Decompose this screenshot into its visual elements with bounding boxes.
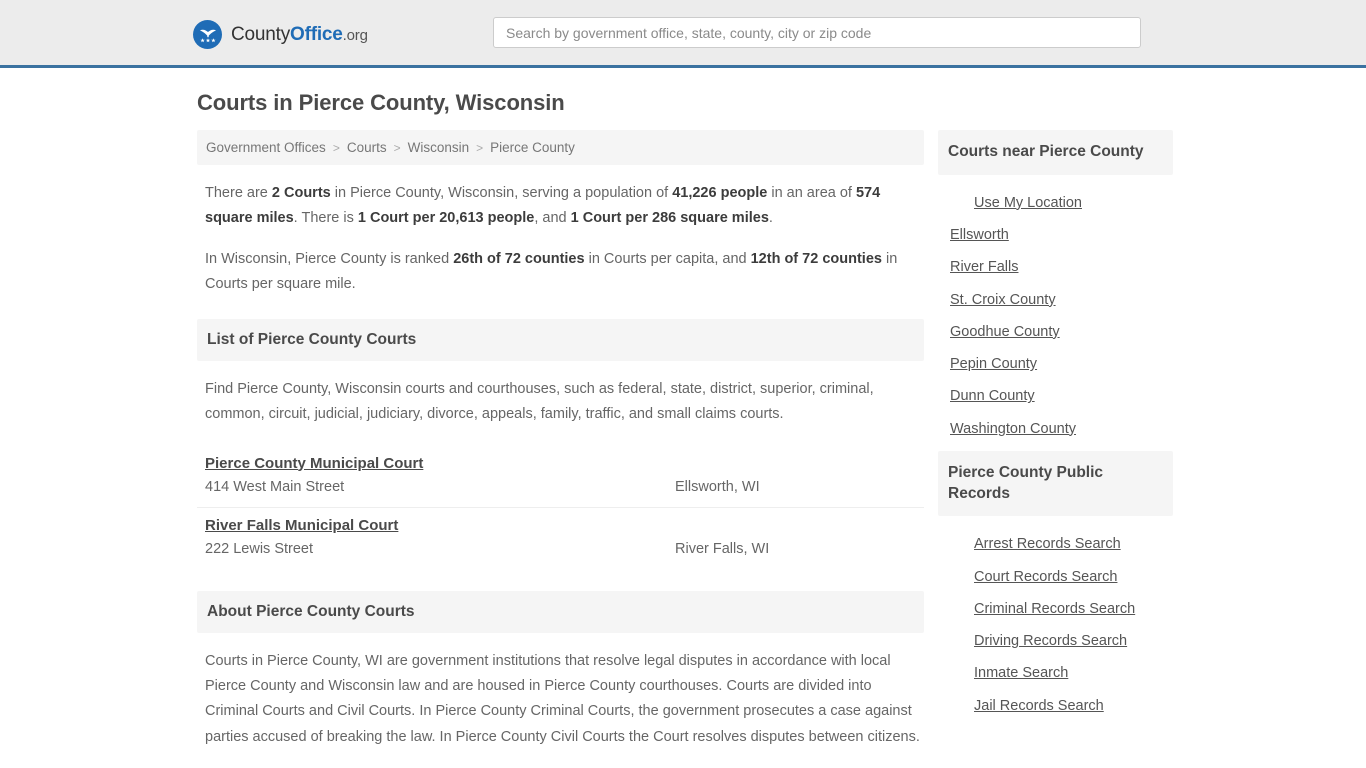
sidebar-item-st-croix-county[interactable]: St. Croix County: [938, 284, 1173, 316]
breadcrumb-separator: >: [332, 141, 340, 155]
court-list: Pierce County Municipal Court 414 West M…: [197, 446, 924, 569]
sidebar-item-court-records-search[interactable]: Court Records Search: [938, 561, 1173, 593]
sidebar-item-pepin-county[interactable]: Pepin County: [938, 348, 1173, 380]
court-city-state: River Falls, WI: [675, 540, 770, 557]
breadcrumb-item-wisconsin[interactable]: Wisconsin: [408, 140, 470, 155]
search-input[interactable]: [493, 17, 1141, 48]
stats-value-population: 41,226 people: [672, 185, 768, 201]
sidebar-nearby-links: Use My Location Ellsworth River Falls St…: [938, 175, 1173, 445]
stats-value-court-count: 2 Courts: [271, 185, 331, 201]
breadcrumb-item-courts[interactable]: Courts: [347, 140, 387, 155]
site-logo[interactable]: CountyOffice.org: [193, 20, 368, 49]
breadcrumb-separator: >: [476, 141, 484, 155]
breadcrumb-item-pierce-county[interactable]: Pierce County: [490, 140, 575, 155]
page-container: Courts in Pierce County, Wisconsin Gover…: [0, 90, 1366, 768]
search-container: [493, 17, 1141, 48]
breadcrumb: Government Offices > Courts > Wisconsin > Pier…: [197, 130, 924, 165]
site-header: CountyOffice.org: [0, 0, 1366, 68]
sidebar-item-driving-records-search[interactable]: Driving Records Search: [938, 625, 1173, 657]
court-list-item: Pierce County Municipal Court 414 West M…: [197, 446, 924, 508]
stats-value-per-capita: 1 Court per 20,613 people: [357, 209, 535, 226]
court-list-item: River Falls Municipal Court 222 Lewis St…: [197, 508, 924, 569]
sidebar: Courts near Pierce County Use My Locatio…: [938, 130, 1173, 728]
sidebar-heading-public-records: Pierce County Public Records: [938, 450, 1173, 517]
sidebar-item-arrest-records-search[interactable]: Arrest Records Search: [938, 528, 1173, 560]
stats-text: in Courts per capita, and: [584, 250, 751, 267]
sidebar-item-washington-county[interactable]: Washington County: [938, 413, 1173, 445]
main-column: Government Offices > Courts > Wisconsin > Pier…: [197, 130, 924, 768]
sidebar-heading-nearby-courts: Courts near Pierce County: [938, 130, 1173, 175]
sidebar-item-jail-records-search[interactable]: Jail Records Search: [938, 690, 1173, 722]
court-address: 414 West Main Street: [205, 478, 345, 495]
stats-value-rank-per-area: 12th of 72 counties: [750, 250, 882, 267]
court-city-state: Ellsworth, WI: [675, 478, 760, 495]
stats-text: There are: [205, 185, 272, 201]
site-logo-text: CountyOffice.org: [231, 24, 368, 46]
sidebar-block-nearby-courts: Courts near Pierce County Use My Locatio…: [938, 130, 1173, 445]
stats-paragraph-counts: There are 2 Courts in Pierce County, Wis…: [205, 181, 924, 231]
sidebar-item-dunn-county[interactable]: Dunn County: [938, 380, 1173, 412]
logo-text-office: Office: [290, 23, 343, 45]
court-name-link[interactable]: Pierce County Municipal Court: [205, 455, 423, 472]
sidebar-item-criminal-records-search[interactable]: Criminal Records Search: [938, 593, 1173, 625]
stats-value-per-area: 1 Court per 286 square miles: [570, 209, 769, 226]
logo-text-org: .org: [342, 26, 368, 44]
stats-text: in Pierce County, Wisconsin, serving a p…: [330, 185, 673, 201]
section-heading-about-courts: About Pierce County Courts: [197, 590, 924, 633]
list-section-intro: Find Pierce County, Wisconsin courts and…: [205, 380, 874, 423]
section-heading-list-of-courts: List of Pierce County Courts: [197, 318, 924, 361]
sidebar-public-records-links: Arrest Records Search Court Records Sear…: [938, 516, 1173, 722]
court-address: 222 Lewis Street: [205, 540, 314, 557]
stats-text: , and: [534, 209, 571, 226]
stats-text: .: [768, 209, 773, 226]
sidebar-item-ellsworth[interactable]: Ellsworth: [938, 219, 1173, 251]
sidebar-item-inmate-search[interactable]: Inmate Search: [938, 657, 1173, 689]
stats-text: in an area of: [767, 185, 856, 201]
court-name-link[interactable]: River Falls Municipal Court: [205, 517, 398, 534]
breadcrumb-separator: >: [393, 141, 401, 155]
eagle-shield-icon: [193, 20, 222, 49]
sidebar-block-public-records: Pierce County Public Records Arrest Reco…: [938, 450, 1173, 722]
sidebar-item-river-falls[interactable]: River Falls: [938, 251, 1173, 283]
use-my-location-link[interactable]: Use My Location: [938, 187, 1173, 219]
about-section-paragraph: Courts in Pierce County, WI are governme…: [205, 652, 920, 745]
logo-text-county: County: [231, 23, 291, 45]
sidebar-item-goodhue-county[interactable]: Goodhue County: [938, 316, 1173, 348]
stats-value-rank-per-capita: 26th of 72 counties: [453, 250, 585, 267]
content-columns: Government Offices > Courts > Wisconsin > Pier…: [197, 130, 1173, 768]
breadcrumb-item-government-offices[interactable]: Government Offices: [206, 140, 326, 155]
stats-text: . There is: [293, 209, 358, 226]
page-title: Courts in Pierce County, Wisconsin: [197, 90, 565, 115]
stats-text: In Wisconsin, Pierce County is ranked: [205, 250, 454, 267]
stats-paragraph-rank: In Wisconsin, Pierce County is ranked 26…: [205, 247, 924, 297]
